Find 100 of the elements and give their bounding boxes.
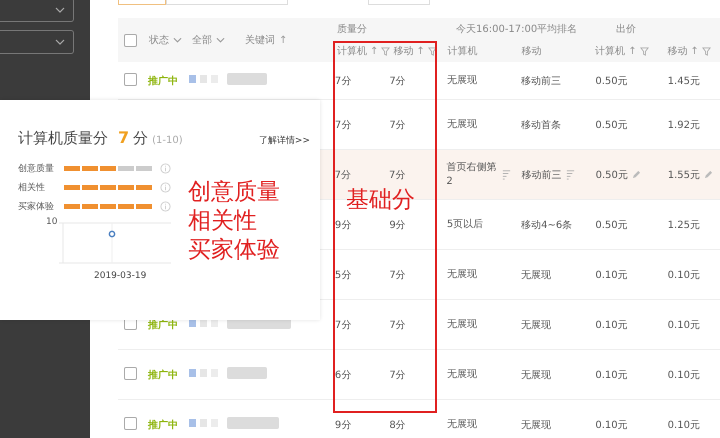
blurred-keyword <box>227 73 268 85</box>
table-cell-text: 移动前三 <box>520 168 562 182</box>
table-cell-text: 0.10元 <box>594 368 628 382</box>
column-header[interactable]: 计算机 <box>447 44 478 58</box>
table-cell-text: 1.45元 <box>666 74 700 88</box>
chevron-down-icon <box>173 37 182 43</box>
blurred-keyword <box>227 417 280 429</box>
table-cell-text: 无展现 <box>520 368 552 382</box>
metric-label: 买家体验 <box>18 200 55 213</box>
table-cell-text: 0.10元 <box>666 268 700 282</box>
table-cell-text: 0.10元 <box>594 418 628 432</box>
info-icon[interactable] <box>160 201 171 212</box>
table-cell-text: 首页右侧第2 <box>445 160 498 188</box>
annotation-text: 相关性 <box>188 207 258 236</box>
sort-arrow[interactable]: ↑ <box>628 46 637 56</box>
column-header[interactable]: 关键词 <box>245 33 275 47</box>
table-cell-text: 7分 <box>334 118 352 132</box>
column-header[interactable]: 全部 <box>192 33 212 47</box>
column-header[interactable]: 移动 <box>393 44 414 58</box>
table-cell-text: 6分 <box>334 368 352 382</box>
pencil-icon[interactable] <box>632 170 641 179</box>
table-cell-text: 7分 <box>388 368 407 382</box>
checkbox[interactable] <box>124 366 137 380</box>
table-cell-text: 7分 <box>334 74 352 88</box>
table-cell-text: 7分 <box>388 168 406 182</box>
table-cell-text: 7分 <box>388 268 407 282</box>
dropdown-select[interactable] <box>0 0 74 22</box>
popup-title: 计算机质量分 <box>18 129 108 148</box>
table-cell-text: 无展现 <box>446 318 478 332</box>
checkbox[interactable] <box>124 34 137 46</box>
filter-icon[interactable] <box>428 46 437 56</box>
score-value: 7 <box>118 128 130 147</box>
metric-label: 相关性 <box>18 182 46 194</box>
table-cell-text: 无展现 <box>446 368 478 382</box>
column-group-header: 质量分 <box>336 22 368 36</box>
sort-arrow[interactable]: ↑ <box>279 34 288 46</box>
table-row[interactable]: 推广中 9分 8分 无展现 无展现 0.10元 0.10元 <box>118 400 720 438</box>
table-cell-text: 1.25元 <box>666 218 700 232</box>
filter-icon[interactable] <box>381 46 390 56</box>
status-label: 推广中 <box>148 320 178 330</box>
score-range: (1-10) <box>152 135 183 146</box>
table-cell-text: 0.50元 <box>594 168 628 182</box>
table-cell-text: 5页以后 <box>446 218 484 232</box>
sort-arrow[interactable]: ↑ <box>370 46 378 56</box>
sort-lines-icon[interactable] <box>501 169 512 180</box>
info-icon[interactable] <box>160 182 171 193</box>
table-cell-text: 无展现 <box>446 118 478 132</box>
table-cell-text: 1.92元 <box>666 118 700 132</box>
table-cell-text: 移动4~6条 <box>520 218 572 232</box>
column-header[interactable]: 状态 <box>149 33 169 47</box>
table-cell-text: 无展现 <box>520 268 552 282</box>
pencil-icon[interactable] <box>704 170 714 179</box>
table-cell-text: 0.50元 <box>594 218 628 232</box>
table-row[interactable]: 推广中 6分 7分 无展现 无展现 0.10元 0.10元 <box>118 350 720 400</box>
blurred-marks <box>189 369 220 377</box>
status-label: 推广中 <box>148 370 178 380</box>
axis-tick-label: 10 <box>46 217 58 227</box>
filter-icon[interactable] <box>702 46 711 56</box>
column-header[interactable]: 移动 <box>521 44 542 58</box>
status-label: 推广中 <box>148 76 178 86</box>
checkbox[interactable] <box>124 72 137 86</box>
table-cell-text: 0.10元 <box>666 318 700 332</box>
details-link[interactable]: 了解详情>> <box>258 134 310 147</box>
annotation-text: 买家体验 <box>188 236 280 265</box>
table-cell-text: 7分 <box>334 318 352 332</box>
table-cell-text: 9分 <box>334 218 352 232</box>
table-cell-text: 8分 <box>388 418 407 432</box>
table-cell-text: 9分 <box>334 418 352 432</box>
column-header[interactable]: 移动 <box>667 44 688 58</box>
dropdown-select[interactable] <box>0 30 74 54</box>
annotation-text: 创意质量 <box>188 178 280 207</box>
sort-lines-icon[interactable] <box>565 169 576 180</box>
table-cell-text: 7分 <box>334 168 352 182</box>
table-cell-text: 移动前三 <box>520 74 562 88</box>
table-cell-text: 移动首条 <box>520 118 562 132</box>
checkbox[interactable] <box>124 416 137 430</box>
annotation-text: 基础分 <box>346 186 415 215</box>
table-cell-text: 0.50元 <box>594 74 628 88</box>
score-unit: 分 <box>133 129 148 148</box>
table-cell-text: 0.10元 <box>666 418 700 432</box>
info-icon[interactable] <box>160 163 171 174</box>
sort-arrow[interactable]: ↑ <box>690 46 699 56</box>
table-cell-text: 9分 <box>388 218 407 232</box>
table-cell-text: 0.10元 <box>594 268 628 282</box>
filter-icon[interactable] <box>640 46 649 56</box>
column-header[interactable]: 计算机 <box>337 44 367 58</box>
column-header[interactable]: 计算机 <box>595 44 626 58</box>
blurred-keyword <box>227 367 268 379</box>
table-cell-text: 0.10元 <box>594 318 628 332</box>
caret-icon <box>55 7 65 13</box>
table-cell-text: 无展现 <box>520 418 552 432</box>
table-cell-text: 0.10元 <box>666 368 700 382</box>
table-cell-text: 7分 <box>388 118 407 132</box>
chevron-down-icon <box>216 37 225 43</box>
sort-arrow[interactable]: ↑ <box>416 46 425 56</box>
table-cell-text: 7分 <box>388 74 407 88</box>
blurred-marks <box>189 419 220 427</box>
column-group-header: 出价 <box>615 22 636 36</box>
status-label: 推广中 <box>148 420 178 430</box>
table-cell-text: 无展现 <box>446 418 478 432</box>
